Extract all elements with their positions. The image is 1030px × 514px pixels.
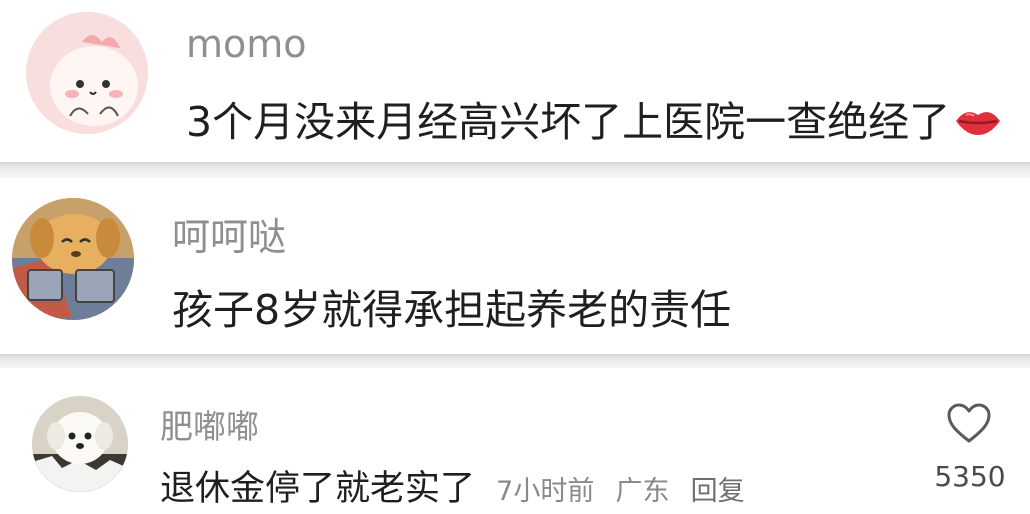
avatar[interactable] — [26, 12, 148, 134]
white-dog-avatar-icon — [32, 396, 128, 492]
comment-item[interactable]: 肥嘟嘟 退休金停了就老实了 7小时前 广东 回复 5350 — [0, 368, 1030, 514]
comment-item[interactable]: momo 3个月没来月经高兴坏了上医院一查绝经了 — [0, 0, 1030, 162]
comment-text-content: 退休金停了就老实了 — [160, 469, 476, 509]
comment-username[interactable]: momo — [186, 22, 307, 66]
comment-text: 孩子8岁就得承担起养老的责任 — [172, 286, 732, 334]
avatar[interactable] — [12, 198, 134, 320]
like-count: 5350 — [934, 460, 1006, 493]
pink-mascot-avatar-icon — [26, 12, 148, 134]
comment-username[interactable]: 呵呵哒 — [172, 206, 286, 261]
comment-time: 7小时前 — [496, 476, 595, 507]
reply-button[interactable]: 回复 — [691, 476, 745, 507]
comment-text: 3个月没来月经高兴坏了上医院一查绝经了 — [186, 88, 1002, 149]
comment-text: 退休金停了就老实了 7小时前 广东 回复 — [160, 460, 745, 511]
dog-avatar-icon — [12, 198, 134, 320]
comment-text-content: 3个月没来月经高兴坏了上医院一查绝经了 — [186, 98, 951, 146]
lips-emoji-icon — [954, 101, 1002, 149]
comment-divider — [0, 354, 1030, 368]
comment-location: 广东 — [615, 476, 670, 507]
comment-username[interactable]: 肥嘟嘟 — [160, 400, 259, 448]
comment-item[interactable]: 呵呵哒 孩子8岁就得承担起养老的责任 — [0, 178, 1030, 354]
comment-divider — [0, 162, 1030, 178]
avatar[interactable] — [32, 396, 128, 492]
heart-outline-icon[interactable] — [946, 402, 992, 444]
